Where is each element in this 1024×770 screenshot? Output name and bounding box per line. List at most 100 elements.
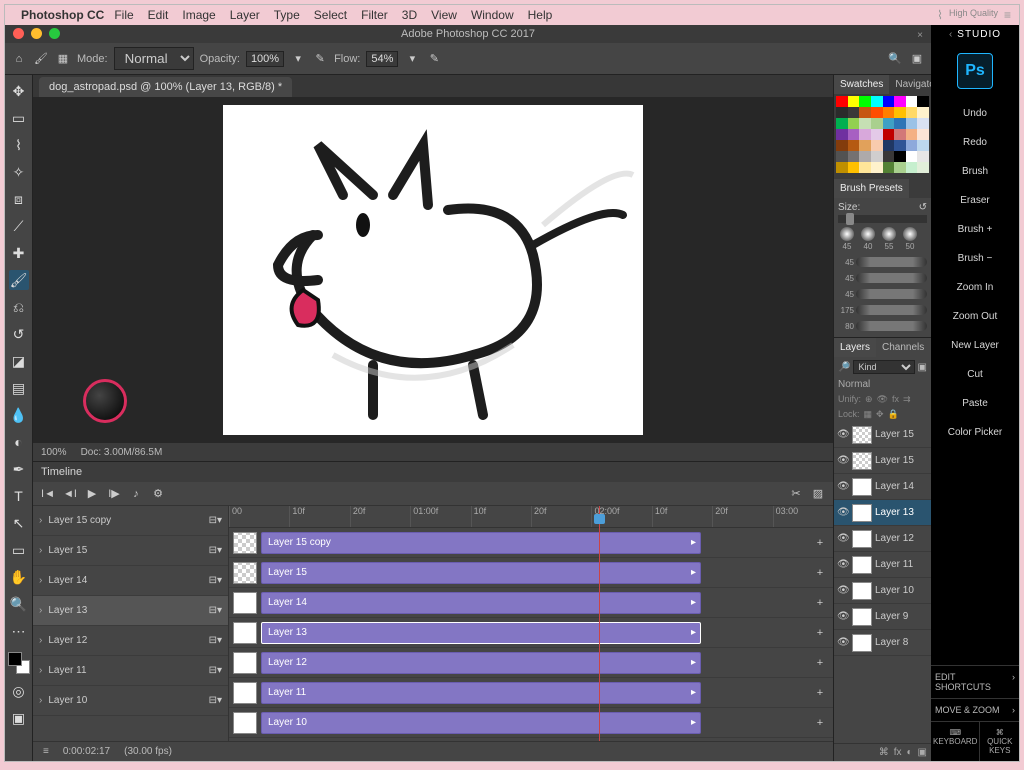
menu-file[interactable]: File <box>114 8 133 22</box>
timeline-track[interactable]: ›Layer 11⊟▾ <box>33 656 228 686</box>
clip-thumbnail[interactable] <box>233 532 257 554</box>
brush-tip[interactable]: 45 <box>838 227 856 251</box>
lock-position-icon[interactable]: ✥ <box>876 409 884 420</box>
blend-mode-select[interactable]: Normal <box>114 47 194 70</box>
layer-thumbnail[interactable] <box>852 582 872 600</box>
clip-thumbnail[interactable] <box>233 562 257 584</box>
swatches-grid[interactable] <box>834 94 931 175</box>
layer-thumbnail[interactable] <box>852 556 872 574</box>
window-minimize-button[interactable] <box>31 28 42 39</box>
studio-chevron-icon[interactable]: ‹ <box>949 29 953 40</box>
pressure-size-icon[interactable]: ✎ <box>426 51 442 67</box>
flow-value[interactable]: 54% <box>366 51 398 67</box>
layer-blend-mode[interactable]: Normal <box>834 377 931 392</box>
layer-kind-select[interactable]: Kind <box>853 360 914 374</box>
window-zoom-button[interactable] <box>49 28 60 39</box>
lock-all-icon[interactable]: 🔒 <box>888 409 899 420</box>
pen-tool[interactable]: ✒ <box>9 459 29 479</box>
swatch[interactable] <box>848 129 860 140</box>
layer-row[interactable]: 👁Layer 11 <box>834 552 931 578</box>
timeline-clip[interactable]: Layer 11▸ <box>261 682 701 704</box>
layer-thumbnail[interactable] <box>852 530 872 548</box>
layer-name[interactable]: Layer 14 <box>875 481 914 492</box>
menu-layer[interactable]: Layer <box>230 8 260 22</box>
swatch[interactable] <box>848 96 860 107</box>
layer-row[interactable]: 👁Layer 14 <box>834 474 931 500</box>
layers-list[interactable]: 👁Layer 15👁Layer 15👁Layer 14👁Layer 13👁Lay… <box>834 422 931 743</box>
swatch[interactable] <box>871 129 883 140</box>
swatch[interactable] <box>859 151 871 162</box>
visibility-icon[interactable]: 👁 <box>837 611 849 622</box>
blur-tool[interactable]: 💧 <box>9 405 29 425</box>
prev-frame-icon[interactable]: ◄I <box>63 488 77 500</box>
ruler-tick[interactable]: 00 <box>229 506 289 527</box>
screenmode-icon[interactable]: ▣ <box>9 708 29 728</box>
chevron-right-icon[interactable]: › <box>39 575 42 586</box>
swatch[interactable] <box>883 96 895 107</box>
airbrush-icon[interactable]: ▾ <box>404 51 420 67</box>
swatch[interactable] <box>917 151 929 162</box>
timeline-clip[interactable]: Layer 15 copy▸ <box>261 532 701 554</box>
brush-stroke-preset[interactable]: 45 <box>838 255 927 269</box>
chevron-right-icon[interactable]: › <box>39 665 42 676</box>
marquee-tool[interactable]: ▭ <box>9 108 29 128</box>
studio-item-cut[interactable]: Cut <box>931 360 1019 389</box>
layer-row[interactable]: 👁Layer 15 <box>834 448 931 474</box>
timeline-clip[interactable]: Layer 15▸ <box>261 562 701 584</box>
chevron-right-icon[interactable]: › <box>39 545 42 556</box>
timeline-track[interactable]: ›Layer 13⊟▾ <box>33 596 228 626</box>
menu-view[interactable]: View <box>431 8 457 22</box>
timeline-track[interactable]: ›Layer 15⊟▾ <box>33 536 228 566</box>
visibility-icon[interactable]: 👁 <box>837 507 849 518</box>
new-group-icon[interactable]: ▣ <box>918 747 927 758</box>
ruler-tick[interactable]: 20f <box>531 506 591 527</box>
swatch[interactable] <box>906 118 918 129</box>
layer-name[interactable]: Layer 15 <box>875 455 914 466</box>
unify-style-icon[interactable]: fx <box>892 394 899 405</box>
swatch[interactable] <box>894 162 906 173</box>
swatch[interactable] <box>883 162 895 173</box>
reset-icon[interactable]: ↺ <box>919 202 927 213</box>
add-clip-icon[interactable]: + <box>811 567 829 579</box>
swatch[interactable] <box>917 118 929 129</box>
gradient-tool[interactable]: ▤ <box>9 378 29 398</box>
clip-thumbnail[interactable] <box>233 712 257 734</box>
swatch[interactable] <box>917 162 929 173</box>
clip-thumbnail[interactable] <box>233 652 257 674</box>
swatch[interactable] <box>871 162 883 173</box>
track-menu-icon[interactable]: ⊟▾ <box>209 665 222 676</box>
ruler-tick[interactable]: 10f <box>652 506 712 527</box>
layers-tab[interactable]: Layers <box>834 338 876 357</box>
stamp-tool[interactable]: ⎌ <box>9 297 29 317</box>
brush-tool[interactable]: 🖌 <box>9 270 29 290</box>
split-clip-icon[interactable]: ✂ <box>789 487 803 500</box>
ruler-tick[interactable]: 03:00 <box>773 506 833 527</box>
healing-tool[interactable]: ✚ <box>9 243 29 263</box>
swatch[interactable] <box>906 162 918 173</box>
swatch[interactable] <box>848 107 860 118</box>
track-menu-icon[interactable]: ⊟▾ <box>209 545 222 556</box>
menu-select[interactable]: Select <box>314 8 347 22</box>
ruler-tick[interactable]: 10f <box>289 506 349 527</box>
layer-thumbnail[interactable] <box>852 452 872 470</box>
swatch[interactable] <box>871 118 883 129</box>
lasso-tool[interactable]: ⌇ <box>9 135 29 155</box>
link-layers-icon[interactable]: ⌘ <box>879 747 889 758</box>
ruler-tick[interactable]: 20f <box>350 506 410 527</box>
swatch[interactable] <box>883 107 895 118</box>
document-tab[interactable]: dog_astropad.psd @ 100% (Layer 13, RGB/8… <box>39 77 292 97</box>
swatches-tab[interactable]: Swatches <box>834 75 889 94</box>
type-tool[interactable]: T <box>9 486 29 506</box>
swatch[interactable] <box>894 107 906 118</box>
brush-tip[interactable]: 40 <box>859 227 877 251</box>
quickmask-icon[interactable]: ◎ <box>9 681 29 701</box>
menu-type[interactable]: Type <box>274 8 300 22</box>
swatch[interactable] <box>894 151 906 162</box>
swatch[interactable] <box>871 140 883 151</box>
menu-filter[interactable]: Filter <box>361 8 388 22</box>
studio-item-brush-[interactable]: Brush − <box>931 244 1019 273</box>
track-menu-icon[interactable]: ⊟▾ <box>209 605 222 616</box>
swatch[interactable] <box>859 118 871 129</box>
quickkeys-button[interactable]: ⌘QUICK KEYS <box>979 722 1019 761</box>
track-menu-icon[interactable]: ⊟▾ <box>209 695 222 706</box>
